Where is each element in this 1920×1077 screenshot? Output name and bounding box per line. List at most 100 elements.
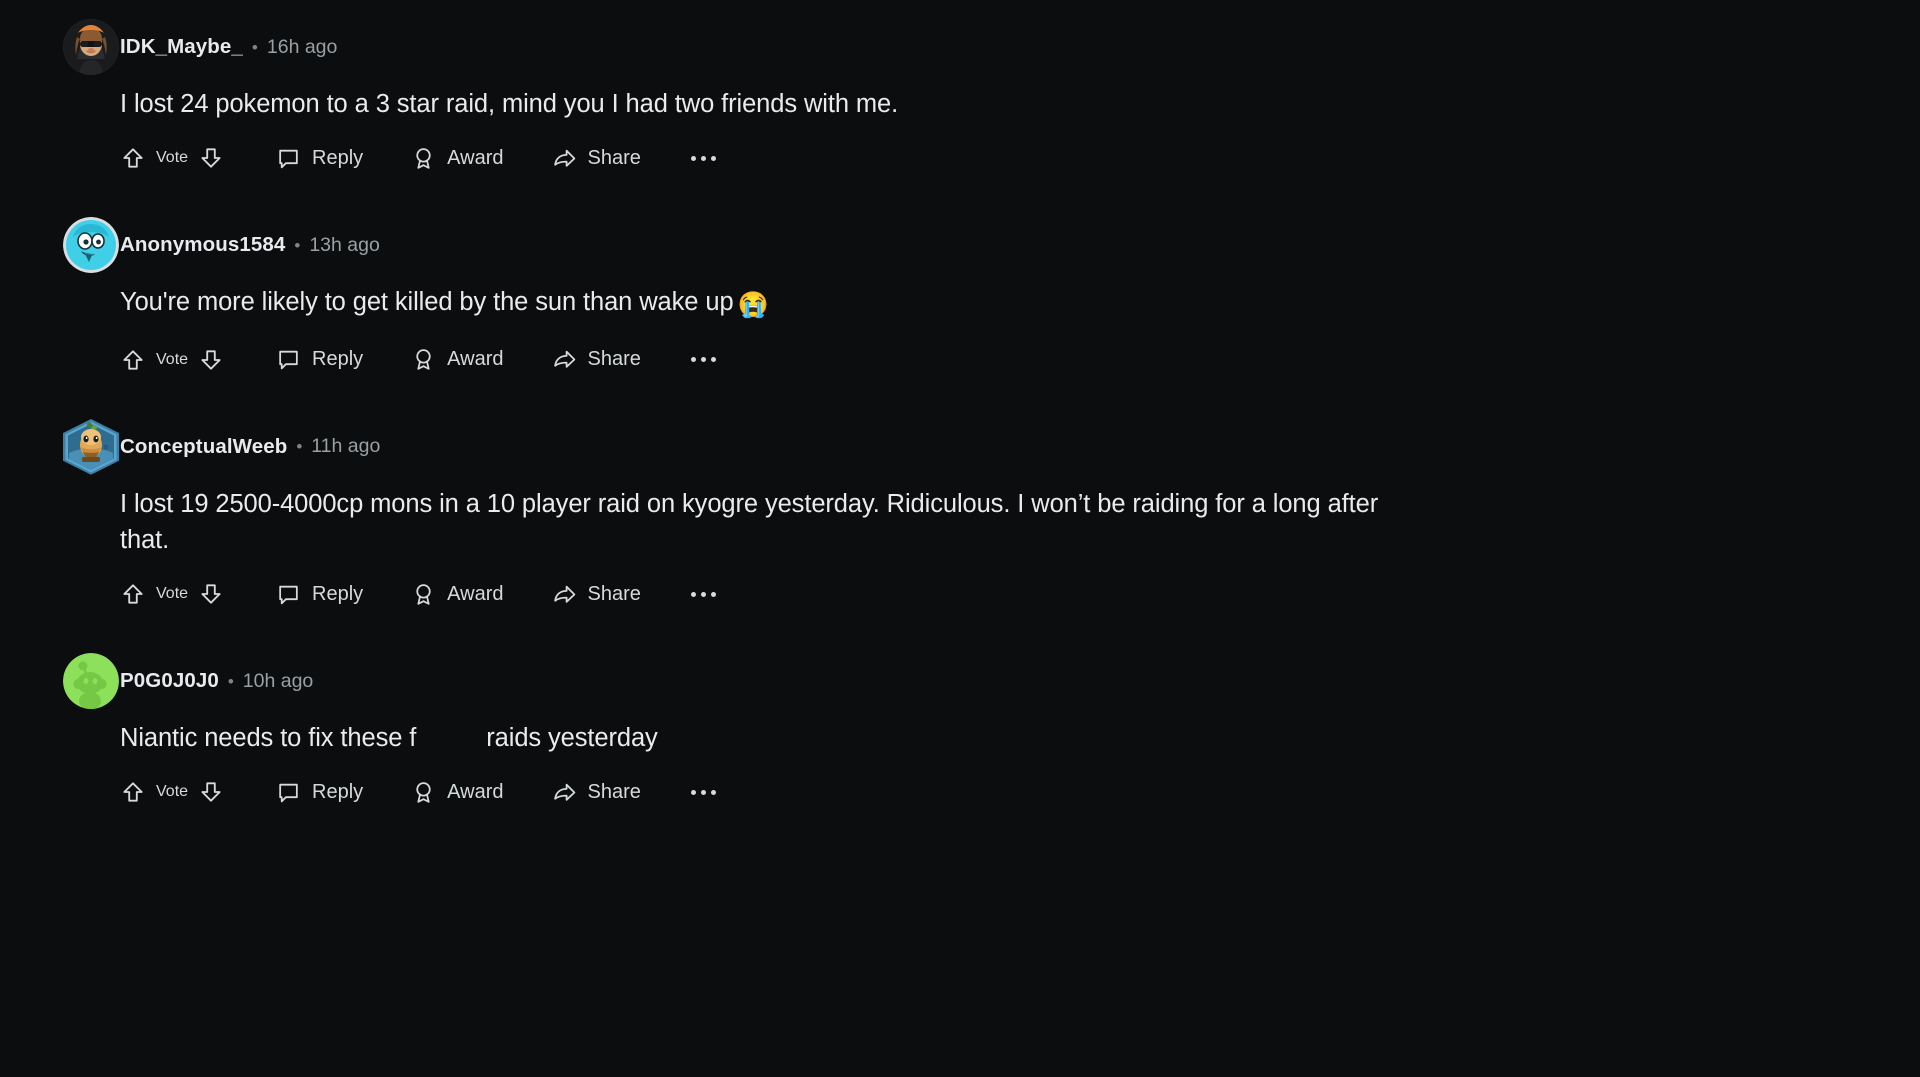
award-icon bbox=[411, 780, 436, 805]
share-button[interactable]: Share bbox=[552, 780, 641, 805]
comment-text: You're more likely to get killed by the … bbox=[120, 288, 734, 317]
reply-label: Reply bbox=[312, 146, 364, 169]
comment-bubble-icon bbox=[276, 146, 301, 171]
comment-bubble-icon bbox=[276, 780, 301, 805]
share-arrow-icon bbox=[552, 347, 577, 372]
comment-bubble-icon bbox=[276, 582, 301, 607]
reply-label: Reply bbox=[312, 348, 364, 371]
vote-label[interactable]: Vote bbox=[156, 351, 188, 369]
upvote-icon[interactable] bbox=[120, 347, 146, 373]
comment-item: ConceptualWeeb • 11h ago I lost 19 2500-… bbox=[0, 418, 1920, 616]
comment-text-prefix: Niantic needs to fix these f bbox=[120, 724, 417, 753]
reply-label: Reply bbox=[312, 582, 364, 605]
comment-text-suffix: raids yesterday bbox=[486, 724, 658, 753]
comment-actions: Vote Reply Award Share bbox=[120, 338, 1860, 382]
avatar[interactable] bbox=[63, 653, 119, 710]
dot bbox=[700, 357, 706, 363]
downvote-icon[interactable] bbox=[198, 779, 224, 805]
share-label: Share bbox=[587, 582, 641, 605]
dot bbox=[710, 591, 716, 597]
comment-thread: IDK_Maybe_ • 16h ago I lost 24 pokemon t… bbox=[0, 0, 1920, 1077]
dot bbox=[700, 591, 706, 597]
comment-item: Anonymous1584 • 13h ago You're more like… bbox=[0, 216, 1920, 382]
comment-username[interactable]: IDK_Maybe_ bbox=[120, 35, 243, 59]
vote-group: Vote bbox=[120, 347, 224, 373]
comment-username[interactable]: ConceptualWeeb bbox=[120, 435, 287, 459]
dot bbox=[690, 789, 696, 795]
separator-dot: • bbox=[294, 235, 301, 255]
upvote-icon[interactable] bbox=[120, 779, 146, 805]
comment-username[interactable]: P0G0J0J0 bbox=[120, 669, 219, 693]
share-button[interactable]: Share bbox=[552, 347, 641, 372]
comment-header: Anonymous1584 • 13h ago bbox=[63, 216, 1860, 274]
comment-body: I lost 19 2500-4000cp mons in a 10 playe… bbox=[120, 486, 1410, 558]
award-label: Award bbox=[447, 582, 504, 605]
downvote-icon[interactable] bbox=[198, 581, 224, 607]
vote-label[interactable]: Vote bbox=[156, 149, 188, 167]
upvote-icon[interactable] bbox=[120, 145, 146, 171]
share-arrow-icon bbox=[552, 146, 577, 171]
reply-button[interactable]: Reply bbox=[276, 780, 363, 805]
share-arrow-icon bbox=[552, 582, 577, 607]
dot bbox=[700, 789, 706, 795]
vote-group: Vote bbox=[120, 779, 224, 805]
award-label: Award bbox=[447, 146, 504, 169]
share-arrow-icon bbox=[552, 780, 577, 805]
award-icon bbox=[411, 146, 436, 171]
dot bbox=[690, 591, 696, 597]
reply-label: Reply bbox=[312, 780, 364, 803]
dot bbox=[700, 155, 706, 161]
separator-dot: • bbox=[227, 671, 234, 691]
comment-timestamp: 13h ago bbox=[309, 233, 380, 256]
avatar[interactable] bbox=[63, 19, 119, 75]
separator-dot: • bbox=[296, 437, 303, 457]
more-options-button[interactable] bbox=[687, 784, 720, 801]
dot bbox=[690, 155, 696, 161]
vote-group: Vote bbox=[120, 145, 224, 171]
comment-username[interactable]: Anonymous1584 bbox=[120, 233, 285, 257]
award-icon bbox=[411, 347, 436, 372]
comment-timestamp: 10h ago bbox=[242, 669, 314, 692]
comment-timestamp: 11h ago bbox=[311, 435, 381, 458]
dot bbox=[710, 155, 716, 161]
comment-body: I lost 24 pokemon to a 3 star raid, mind… bbox=[120, 86, 1410, 122]
downvote-icon[interactable] bbox=[198, 347, 224, 373]
more-options-button[interactable] bbox=[687, 586, 720, 603]
award-button[interactable]: Award bbox=[411, 780, 504, 805]
share-button[interactable]: Share bbox=[552, 146, 641, 171]
comment-header: IDK_Maybe_ • 16h ago bbox=[63, 18, 1860, 76]
comment-item: P0G0J0J0 • 10h ago Niantic needs to fix … bbox=[0, 652, 1920, 814]
crying-face-emoji: 😭 bbox=[737, 291, 769, 320]
vote-label[interactable]: Vote bbox=[156, 585, 188, 603]
award-button[interactable]: Award bbox=[411, 146, 504, 171]
comment-bubble-icon bbox=[276, 347, 301, 372]
dot bbox=[690, 357, 696, 363]
comment-header: P0G0J0J0 • 10h ago bbox=[63, 652, 1860, 710]
award-button[interactable]: Award bbox=[411, 347, 504, 372]
separator-dot: • bbox=[251, 37, 258, 57]
share-label: Share bbox=[587, 348, 641, 371]
reply-button[interactable]: Reply bbox=[276, 347, 363, 372]
share-button[interactable]: Share bbox=[552, 582, 641, 607]
comment-item: IDK_Maybe_ • 16h ago I lost 24 pokemon t… bbox=[0, 18, 1920, 180]
avatar[interactable] bbox=[63, 217, 119, 274]
comment-timestamp: 16h ago bbox=[266, 35, 338, 58]
reply-button[interactable]: Reply bbox=[276, 582, 363, 607]
vote-label[interactable]: Vote bbox=[156, 783, 188, 801]
comment-text: I lost 19 2500-4000cp mons in a 10 playe… bbox=[120, 489, 1321, 518]
more-options-button[interactable] bbox=[687, 351, 720, 368]
avatar[interactable] bbox=[63, 418, 119, 475]
reply-button[interactable]: Reply bbox=[276, 146, 363, 171]
award-label: Award bbox=[447, 348, 504, 371]
award-button[interactable]: Award bbox=[411, 582, 504, 607]
comment-actions: Vote Reply Award Share bbox=[120, 770, 1860, 814]
more-options-button[interactable] bbox=[687, 150, 720, 167]
dot bbox=[710, 357, 716, 363]
comment-header: ConceptualWeeb • 11h ago bbox=[63, 418, 1860, 476]
share-label: Share bbox=[587, 146, 641, 169]
downvote-icon[interactable] bbox=[198, 145, 224, 171]
comment-body: You're more likely to get killed by the … bbox=[120, 284, 1410, 324]
award-label: Award bbox=[447, 780, 504, 803]
upvote-icon[interactable] bbox=[120, 581, 146, 607]
award-icon bbox=[411, 582, 436, 607]
